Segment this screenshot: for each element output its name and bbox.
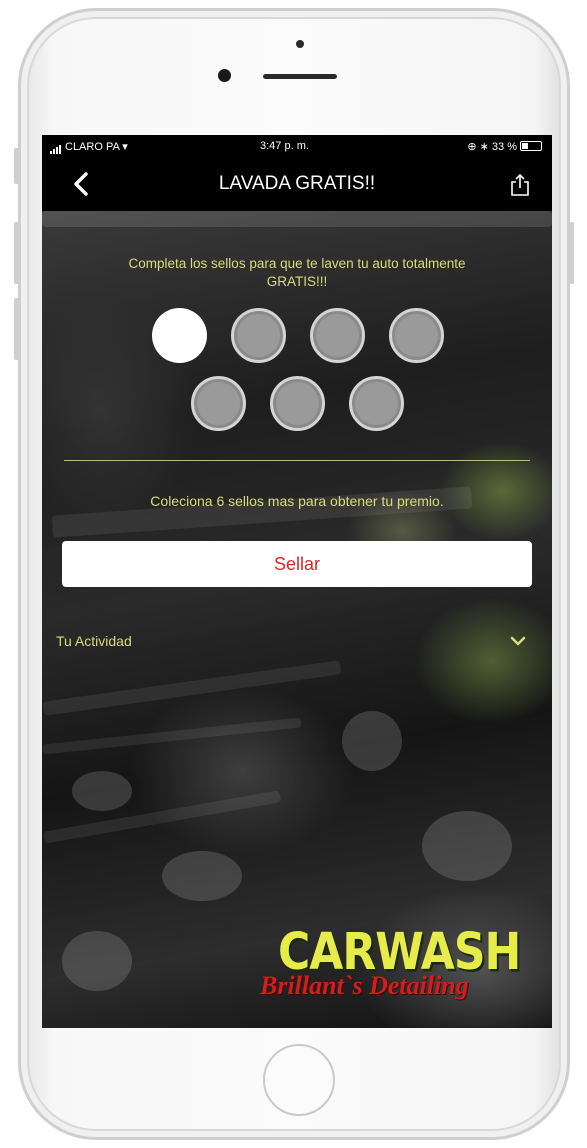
stamp-card-area: Completa los sellos para que te laven tu…	[42, 211, 552, 1028]
volume-up-button	[14, 222, 19, 284]
stamp-empty	[349, 376, 404, 431]
stamp-empty	[270, 376, 325, 431]
carrier-name: CLARO PA	[65, 141, 120, 153]
front-camera	[296, 40, 304, 48]
stamps-remaining-text: Coleciona 6 sellos mas para obtener tu p…	[150, 493, 444, 509]
page-title: LAVADA GRATIS!!	[218, 173, 376, 194]
background-streak	[42, 660, 342, 716]
location-icon: ⊕	[467, 141, 477, 153]
seal-button[interactable]: Sellar	[62, 541, 532, 587]
bluetooth-icon: ∗	[479, 141, 489, 153]
activity-toggle[interactable]: Tu Actividad	[42, 627, 552, 657]
logo-sub-text: Brillant`s Detailing	[260, 971, 469, 1000]
navigation-bar: LAVADA GRATIS!!	[42, 157, 552, 211]
mute-switch	[14, 148, 19, 184]
stamp-empty	[191, 376, 246, 431]
foam-bubble	[72, 771, 132, 811]
background-streak	[42, 211, 552, 227]
battery-icon	[520, 141, 542, 151]
foam-bubble	[62, 931, 132, 991]
proximity-sensor	[218, 69, 231, 82]
chevron-down-icon[interactable]	[510, 635, 526, 647]
divider	[64, 460, 530, 461]
status-right: ⊕ ∗ 33 %	[467, 140, 542, 153]
carrier-info: CLARO PA ▾	[50, 140, 128, 154]
stamp-filled	[152, 308, 207, 363]
power-button	[569, 222, 574, 284]
volume-down-button	[14, 298, 19, 360]
background-streak	[42, 717, 302, 755]
earpiece-speaker	[263, 74, 337, 79]
foam-bubble	[422, 811, 512, 881]
foam-bubble	[162, 851, 242, 901]
signal-icon	[50, 142, 62, 154]
share-icon[interactable]	[510, 173, 530, 197]
status-bar: CLARO PA ▾ 3:47 p. m. ⊕ ∗ 33 %	[42, 135, 552, 157]
instruction-text: Completa los sellos para que te laven tu…	[128, 256, 466, 289]
foam-bubble	[342, 711, 402, 771]
stamp-empty	[389, 308, 444, 363]
stamp-empty	[310, 308, 365, 363]
battery-percent: 33 %	[491, 141, 517, 153]
activity-label: Tu Actividad	[56, 633, 132, 649]
screen: CLARO PA ▾ 3:47 p. m. ⊕ ∗ 33 % LAVADA GR…	[42, 135, 552, 1028]
wifi-icon: ▾	[122, 141, 128, 153]
home-button[interactable]	[263, 1044, 335, 1116]
stamp-empty	[231, 308, 286, 363]
carwash-logo: CARWASH Brillant`s Detailing	[260, 923, 545, 1003]
status-time: 3:47 p. m.	[260, 140, 309, 152]
